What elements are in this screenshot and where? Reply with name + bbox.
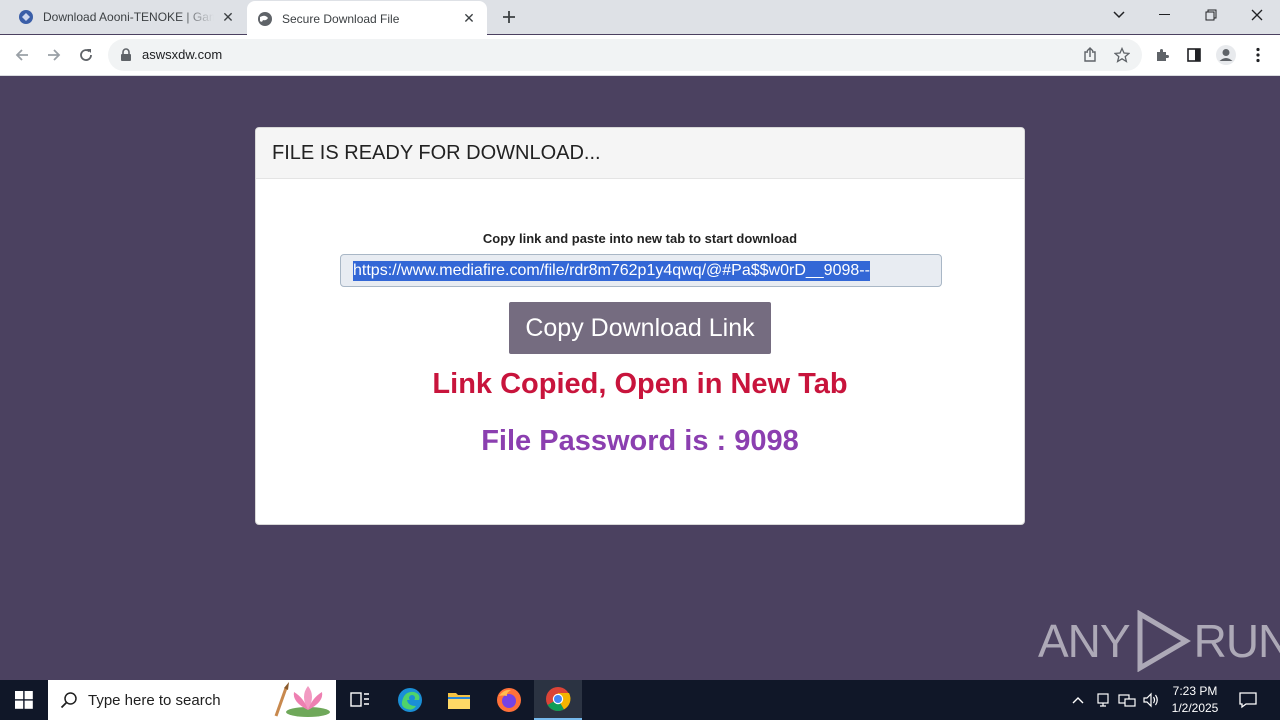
instruction-text: Copy link and paste into new tab to star…: [482, 231, 798, 246]
download-link-value: https://www.mediafire.com/file/rdr8m762p…: [353, 260, 870, 281]
tab-title: Download Aooni-TENOKE | Gam: [43, 10, 214, 24]
globe-icon: [257, 11, 273, 27]
minimize-icon[interactable]: [1142, 0, 1188, 30]
forward-arrow-icon[interactable]: [40, 41, 68, 69]
windows-start-icon[interactable]: [0, 680, 48, 720]
clock-date: 1/2/2025: [1171, 701, 1219, 715]
card-title: FILE IS READY FOR DOWNLOAD...: [256, 128, 1024, 179]
watermark-text-right: RUN: [1193, 615, 1280, 667]
network-ethernet-icon[interactable]: [1116, 680, 1138, 720]
chrome-icon[interactable]: [534, 680, 582, 720]
tab-search-chevron-down-icon[interactable]: [1096, 0, 1142, 30]
watermark-text-left: ANY: [1038, 615, 1131, 667]
taskbar-search-box[interactable]: Type here to search: [48, 680, 336, 720]
network-device-icon[interactable]: [1092, 680, 1114, 720]
search-placeholder: Type here to search: [88, 691, 221, 709]
link-copied-message: Link Copied, Open in New Tab: [432, 368, 848, 400]
reload-icon[interactable]: [72, 41, 100, 69]
back-arrow-icon[interactable]: [8, 41, 36, 69]
tray-chevron-up-icon[interactable]: [1068, 680, 1088, 720]
copy-download-link-button[interactable]: Copy Download Link: [509, 302, 771, 354]
clock-time: 7:23 PM: [1172, 684, 1218, 698]
tab-close-icon[interactable]: ✕: [220, 9, 236, 25]
firefox-icon[interactable]: [485, 680, 533, 720]
task-view-icon[interactable]: [336, 680, 384, 720]
site-favicon-icon: [18, 9, 34, 25]
file-password-message: File Password is : 9098: [481, 425, 799, 457]
lock-icon[interactable]: [120, 48, 132, 67]
address-bar[interactable]: aswsxdw.com: [108, 39, 1142, 71]
anyrun-watermark: ANY RUN: [1038, 610, 1280, 672]
edge-browser-icon[interactable]: [386, 680, 434, 720]
search-icon: [60, 691, 78, 709]
new-tab-button[interactable]: [498, 7, 520, 27]
share-icon[interactable]: [1080, 45, 1100, 65]
file-explorer-icon[interactable]: [435, 680, 483, 720]
close-window-icon[interactable]: [1234, 0, 1280, 30]
tab-strip: Download Aooni-TENOKE | Gam ✕ Secure Dow…: [0, 0, 1280, 36]
play-logo-icon: [1137, 610, 1191, 672]
download-link-input[interactable]: https://www.mediafire.com/file/rdr8m762p…: [340, 254, 942, 287]
system-clock[interactable]: 7:23 PM 1/2/2025: [1160, 683, 1230, 717]
restore-icon[interactable]: [1188, 0, 1234, 30]
extensions-puzzle-icon[interactable]: [1148, 41, 1176, 69]
menu-kebab-icon[interactable]: [1244, 41, 1272, 69]
lotus-illustration-icon: [274, 682, 330, 717]
tab-close-icon[interactable]: ✕: [461, 10, 477, 27]
notifications-icon[interactable]: [1234, 680, 1262, 720]
profile-avatar-icon[interactable]: [1212, 41, 1240, 69]
url-text: aswsxdw.com: [142, 47, 223, 62]
tab-title: Secure Download File: [282, 11, 400, 26]
download-card: FILE IS READY FOR DOWNLOAD... Copy link …: [255, 127, 1025, 525]
browser-toolbar: aswsxdw.com: [0, 35, 1280, 76]
tab-download-aooni[interactable]: Download Aooni-TENOKE | Gam ✕: [8, 0, 246, 34]
volume-speaker-icon[interactable]: [1140, 680, 1162, 720]
bookmark-star-icon[interactable]: [1112, 45, 1132, 65]
windows-taskbar: Type here to search 7:23 PM 1/2/2025: [0, 680, 1280, 720]
tab-secure-download[interactable]: Secure Download File ✕: [247, 1, 487, 36]
side-panel-icon[interactable]: [1180, 41, 1208, 69]
